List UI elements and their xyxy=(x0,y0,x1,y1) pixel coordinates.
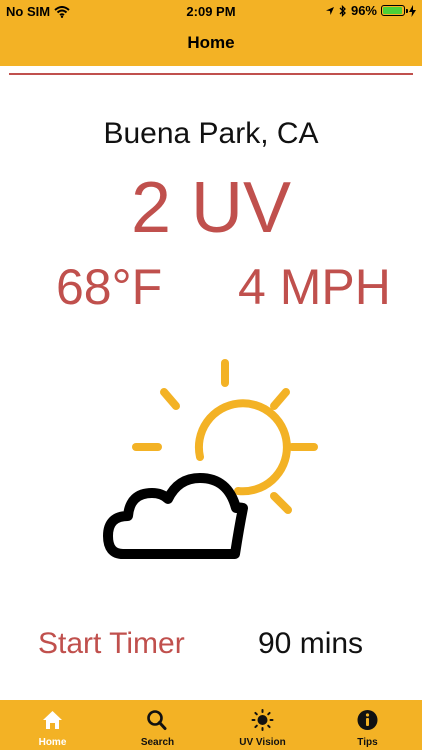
tab-uv-vision[interactable]: UV Vision xyxy=(210,700,315,750)
home-icon xyxy=(43,711,62,729)
search-icon xyxy=(147,710,167,730)
partly-cloudy-icon xyxy=(103,359,318,559)
tab-home[interactable]: Home xyxy=(0,700,105,750)
tab-tips-label: Tips xyxy=(357,737,378,748)
uv-index-value: 2 UV xyxy=(130,168,292,248)
info-icon xyxy=(357,710,378,730)
page-title: Home xyxy=(187,33,235,52)
wind-speed-value: 4 MPH xyxy=(238,259,391,315)
battery-icon xyxy=(381,5,408,16)
charging-icon xyxy=(409,4,416,17)
bluetooth-icon xyxy=(339,4,346,17)
location-arrow-icon xyxy=(325,6,334,15)
tab-search-label: Search xyxy=(140,737,175,748)
start-timer-button[interactable]: Start Timer xyxy=(38,627,185,661)
temperature-value: 68°F xyxy=(56,259,163,315)
header-bar: No SIM 2:09 PM 96% Home xyxy=(0,0,422,66)
location-label: Buena Park, CA xyxy=(103,117,319,150)
tab-home-label: Home xyxy=(38,737,67,748)
status-bar: No SIM 2:09 PM 96% xyxy=(0,0,422,22)
tab-bar: Home Search UV Vision Tips xyxy=(0,700,422,750)
tab-search[interactable]: Search xyxy=(105,700,210,750)
tab-uv-vision-label: UV Vision xyxy=(239,737,286,748)
status-right: 96% xyxy=(325,3,416,18)
divider-line xyxy=(9,73,413,75)
timer-duration: 90 mins xyxy=(258,627,364,660)
battery-percent: 96% xyxy=(350,3,377,18)
sun-icon xyxy=(251,709,274,731)
tab-tips[interactable]: Tips xyxy=(315,700,420,750)
